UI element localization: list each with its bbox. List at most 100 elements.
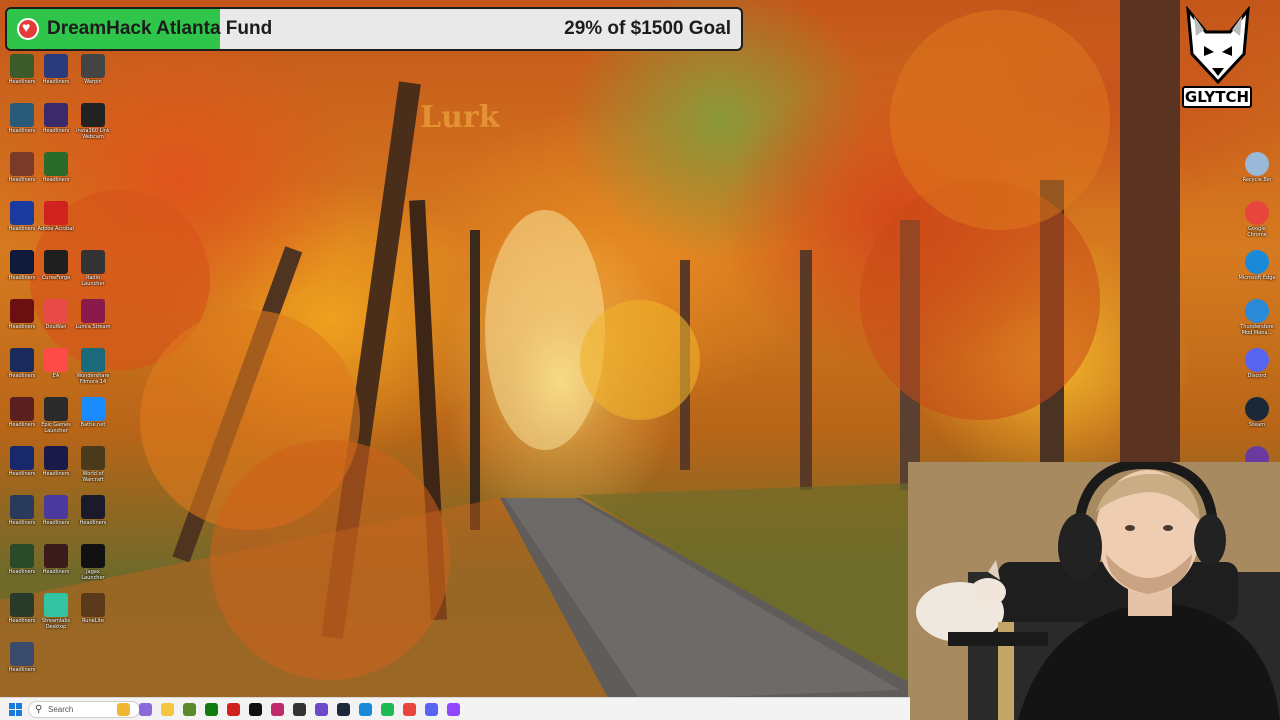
app-icon [81,54,105,78]
desktop-icon[interactable]: World of Warcraft [74,444,112,490]
app-icon [10,54,34,78]
desktop-icon-label: CurseForge [41,275,71,281]
desktop-icon[interactable]: Streamlabs Desktop [37,591,75,637]
desktop-icon[interactable]: Headliners [3,542,41,588]
app-icon [81,348,105,372]
app-icon [10,250,34,274]
desktop-icon[interactable] [74,150,112,196]
desktop-icon-label [74,177,112,189]
app-icon [44,152,68,176]
desktop-icon-label: Warpin [84,79,102,85]
desktop-icon[interactable]: Insta360 Link Webcam [74,101,112,147]
desktop-icon[interactable]: CurseForge [37,248,75,294]
copilot-icon[interactable] [139,703,152,716]
desktop-icon[interactable]: Battle.net [74,395,112,441]
app-icon[interactable] [271,703,284,716]
desktop-icon[interactable]: Warpin [74,52,112,98]
file-explorer-icon[interactable] [117,703,130,716]
app-icon [10,495,34,519]
desktop-icon[interactable]: Headliners [74,493,112,539]
discord-icon[interactable] [425,703,438,716]
desktop-icon-label: World of Warcraft [82,471,104,483]
desktop-icon[interactable]: Headliners [3,199,41,245]
desktop-icon[interactable]: Discord [1238,346,1276,392]
desktop-icon-label: Google Chrome [1247,226,1267,238]
desktop-icon[interactable]: Headliners [37,52,75,98]
edge-icon[interactable] [359,703,372,716]
app-icon [81,103,105,127]
acrobat-icon[interactable] [227,703,240,716]
desktop-icon[interactable] [74,199,112,245]
desktop-icon-label: Headliners [8,177,36,183]
obs-icon[interactable] [293,703,306,716]
desktop-icon[interactable]: Google Chrome [1238,199,1276,245]
desktop-icon-label: Headliners [42,569,70,575]
desktop-icon[interactable]: Headliners [3,493,41,539]
desktop-icon-label: Headliners [8,422,36,428]
chrome-icon[interactable] [403,703,416,716]
app-icon [81,544,105,568]
desktop-icon[interactable]: Headliners [37,150,75,196]
desktop-icon[interactable]: Headliners [3,248,41,294]
minecraft-icon[interactable] [183,703,196,716]
app-icon [1245,348,1269,372]
app-icon [81,446,105,470]
app-icon [44,250,68,274]
windows-start-icon[interactable] [9,703,22,716]
twitch-icon[interactable] [447,703,460,716]
desktop-icon[interactable]: Headliners [3,640,41,686]
desktop-icon[interactable]: Adobe Acrobat [37,199,75,245]
xbox-icon[interactable] [205,703,218,716]
search-placeholder: Search [48,705,74,714]
webcam-feed [908,462,1280,720]
desktop-icon[interactable]: Thunderstore Mod Mana... [1238,297,1276,343]
tiktok-icon[interactable] [249,703,262,716]
desktop-icon[interactable]: Jagex Launcher [74,542,112,588]
desktop-icon[interactable]: EA [37,346,75,392]
taskbar: ⚲ Search [0,697,910,720]
desktop-icon[interactable]: Headliners [3,591,41,637]
desktop-icon[interactable]: Headliners [37,101,75,147]
app-icon [81,299,105,323]
app-icon [1245,397,1269,421]
desktop-icon[interactable]: Steam [1238,395,1276,441]
desktop-icon[interactable]: Headliners [3,395,41,441]
desktop-icon-label: Headliners [8,324,36,330]
steam-icon[interactable] [337,703,350,716]
desktop-icon-label: RuneLite [82,618,104,624]
app-icon [81,495,105,519]
desktop-icon[interactable]: Headliners [3,297,41,343]
desktop-icon-label: Adobe Acrobat [37,226,75,232]
desktop-icon[interactable]: RuneLite [74,591,112,637]
desktop-icon[interactable]: Headliners [3,101,41,147]
lumia-icon[interactable] [315,703,328,716]
folder-icon[interactable] [161,703,174,716]
desktop-icon-label: Microsoft Edge [1238,275,1276,281]
desktop-icon[interactable]: Microsoft Edge [1238,248,1276,294]
app-icon [10,544,34,568]
desktop-icon[interactable]: DouWan [37,297,75,343]
fox-head-icon [1186,5,1250,85]
desktop-icon[interactable]: Lumia Stream [74,297,112,343]
app-icon [44,201,68,225]
desktop-icon[interactable]: Radio Launcher [74,248,112,294]
app-icon [44,348,68,372]
desktop-icon[interactable]: Headliners [37,542,75,588]
desktop-icon[interactable]: Recycle Bin [1238,150,1276,196]
app-icon [1245,250,1269,274]
desktop-icon-label: Headliners [79,520,107,526]
desktop-icon[interactable]: Headliners [3,150,41,196]
search-icon: ⚲ [35,704,43,715]
desktop-icon[interactable]: Headliners [37,493,75,539]
desktop-icon[interactable]: Headliners [37,444,75,490]
spotify-icon[interactable] [381,703,394,716]
channel-logo: GLYTCH [1180,5,1256,110]
desktop-icon[interactable]: Headliners [3,444,41,490]
desktop-icon[interactable]: Headliners [3,52,41,98]
desktop-icon[interactable]: Headliners [3,346,41,392]
desktop-icon-label: Jagex Launcher [81,569,105,581]
app-icon [44,495,68,519]
app-icon [10,593,34,617]
desktop-icon[interactable]: Epic Games Launcher [37,395,75,441]
desktop-icon[interactable]: Wondershare Filmora 14 [74,346,112,392]
